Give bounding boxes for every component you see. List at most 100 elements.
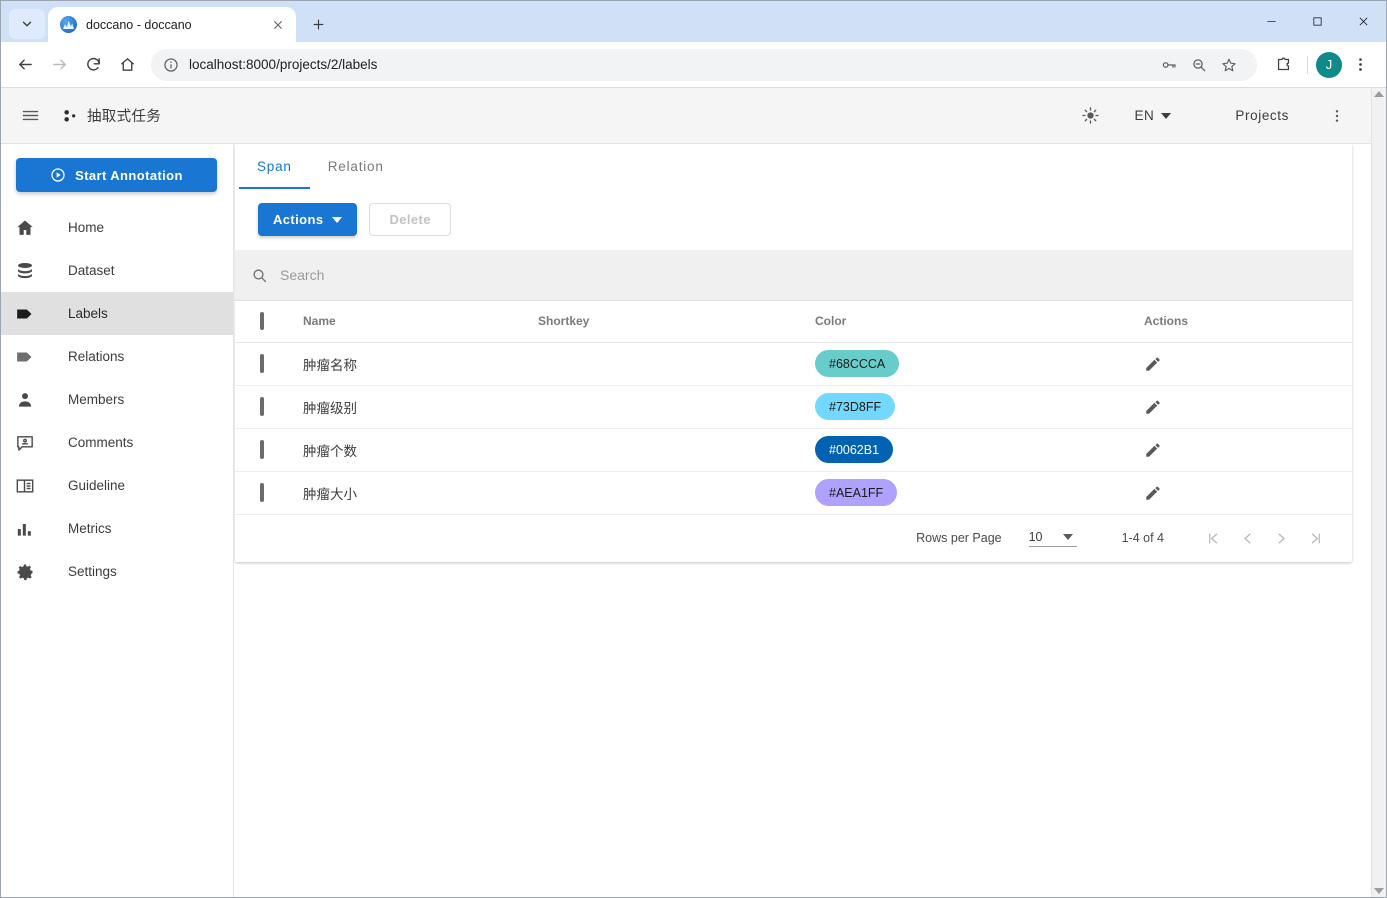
doccano-logo-icon	[64, 109, 76, 122]
start-annotation-button[interactable]: Start Annotation	[16, 158, 217, 192]
search-input[interactable]	[280, 267, 680, 283]
home-icon[interactable]	[111, 49, 143, 81]
hamburger-icon[interactable]	[15, 101, 45, 131]
row-checkbox[interactable]	[260, 440, 264, 459]
pencil-icon[interactable]	[1144, 484, 1162, 502]
row-actions	[1144, 385, 1352, 429]
next-page-icon[interactable]	[1270, 527, 1292, 549]
actions-button[interactable]: Actions	[258, 203, 358, 236]
sidebar-item-metrics[interactable]: Metrics	[1, 507, 233, 550]
color-chip: #0062B1	[815, 436, 894, 463]
caret-down-icon	[1062, 533, 1073, 540]
book-icon	[15, 476, 43, 496]
kebab-menu-icon[interactable]	[1344, 49, 1376, 81]
select-all-checkbox[interactable]	[260, 312, 264, 331]
maximize-icon[interactable]	[1294, 1, 1340, 42]
tab-search-icon[interactable]	[9, 9, 45, 39]
label-shortkey	[538, 342, 815, 386]
kebab-menu-icon[interactable]	[1321, 98, 1353, 134]
label-shortkey	[538, 471, 815, 515]
search-bar[interactable]	[235, 250, 1352, 301]
sidebar-item-label: Metrics	[68, 521, 112, 536]
sidebar-item-dataset[interactable]: Dataset	[1, 249, 233, 292]
sidebar-item-home[interactable]: Home	[1, 206, 233, 249]
rows-per-page-select[interactable]: 10	[1028, 529, 1077, 547]
row-checkbox[interactable]	[260, 354, 264, 373]
app-bar: 抽取式任务 EN Projects	[1, 88, 1371, 144]
app-bar-actions: EN Projects	[1072, 98, 1353, 134]
sidebar-item-settings[interactable]: Settings	[1, 550, 233, 593]
prev-page-icon[interactable]	[1236, 527, 1258, 549]
sidebar-item-labels[interactable]: Labels	[1, 292, 233, 335]
sidebar-item-label: Settings	[68, 564, 117, 579]
column-header-shortkey[interactable]: Shortkey	[538, 301, 815, 343]
key-icon[interactable]	[1155, 51, 1183, 79]
table-body: 肿瘤名称 #68CCCA 肿瘤级别 #73D8FF 肿瘤个数 #0062B1 肿…	[235, 342, 1352, 515]
rows-per-page-value: 10	[1028, 529, 1043, 544]
arrow-left-icon[interactable]	[9, 49, 41, 81]
sidebar-item-label: Relations	[68, 349, 125, 364]
sidebar-item-relations[interactable]: Relations	[1, 335, 233, 378]
row-select-cell	[235, 471, 303, 515]
pencil-icon[interactable]	[1144, 355, 1162, 373]
color-chip: #AEA1FF	[815, 479, 898, 506]
avatar[interactable]: J	[1316, 51, 1342, 78]
caret-down-icon	[332, 216, 343, 223]
address-bar[interactable]: localhost:8000/projects/2/labels	[151, 48, 1257, 81]
scroll-down-icon[interactable]	[1374, 888, 1384, 894]
column-header-name[interactable]: Name	[303, 301, 538, 343]
row-checkbox[interactable]	[260, 397, 264, 416]
delete-button[interactable]: Delete	[369, 203, 451, 236]
zoom-out-icon[interactable]	[1185, 51, 1213, 79]
sidebar-item-comments[interactable]: Comments	[1, 421, 233, 464]
row-actions	[1144, 428, 1352, 472]
pagination: Rows per Page 10 1-4 of 4	[235, 515, 1352, 562]
tab-title: doccano - doccano	[86, 17, 192, 32]
projects-link[interactable]: Projects	[1221, 108, 1303, 123]
star-icon[interactable]	[1215, 51, 1243, 79]
row-select-cell	[235, 342, 303, 386]
sun-icon[interactable]	[1072, 98, 1108, 134]
label-name: 肿瘤名称	[303, 342, 538, 386]
column-header-color[interactable]: Color	[815, 301, 1144, 343]
first-page-icon[interactable]	[1202, 527, 1224, 549]
row-checkbox[interactable]	[260, 483, 264, 502]
tab-span[interactable]: Span	[239, 144, 310, 189]
language-selector[interactable]: EN	[1124, 108, 1181, 123]
table-header-row: Name Shortkey Color Actions	[235, 301, 1352, 343]
minimize-icon[interactable]	[1248, 1, 1294, 42]
table-head: Name Shortkey Color Actions	[235, 301, 1352, 343]
rows-per-page-label: Rows per Page	[916, 531, 1002, 545]
close-icon[interactable]	[268, 15, 288, 35]
label-color-cell: #0062B1	[815, 428, 1144, 472]
reload-icon[interactable]	[77, 49, 109, 81]
page-viewport: 抽取式任务 EN Projects Start Annotation Home …	[1, 87, 1386, 897]
table-row[interactable]: 肿瘤名称 #68CCCA	[235, 342, 1352, 386]
table-row[interactable]: 肿瘤个数 #0062B1	[235, 428, 1352, 472]
new-tab-button[interactable]	[303, 9, 333, 39]
pencil-icon[interactable]	[1144, 441, 1162, 459]
scroll-up-icon[interactable]	[1374, 91, 1384, 97]
table-row[interactable]: 肿瘤级别 #73D8FF	[235, 385, 1352, 429]
page-scrollbar[interactable]	[1371, 88, 1386, 897]
table-row[interactable]: 肿瘤大小 #AEA1FF	[235, 471, 1352, 515]
search-icon	[253, 268, 267, 282]
last-page-icon[interactable]	[1304, 527, 1326, 549]
puzzle-icon[interactable]	[1267, 49, 1299, 81]
labels-table: Name Shortkey Color Actions 肿瘤名称 #68CCCA…	[235, 301, 1352, 515]
tab-relation[interactable]: Relation	[310, 144, 402, 189]
label-shortkey	[538, 385, 815, 429]
sidebar-item-label: Labels	[68, 306, 108, 321]
arrow-right-icon[interactable]	[43, 49, 75, 81]
column-header-actions[interactable]: Actions	[1144, 301, 1352, 343]
omnibox-actions	[1155, 51, 1243, 79]
close-icon[interactable]	[1340, 1, 1386, 42]
sidebar-item-members[interactable]: Members	[1, 378, 233, 421]
browser-tab[interactable]: doccano - doccano	[48, 7, 296, 42]
sidebar-item-label: Members	[68, 392, 125, 407]
sidebar-item-guideline[interactable]: Guideline	[1, 464, 233, 507]
row-actions	[1144, 471, 1352, 515]
title-bar: doccano - doccano	[1, 1, 1386, 42]
pagination-buttons	[1202, 527, 1326, 549]
pencil-icon[interactable]	[1144, 398, 1162, 416]
